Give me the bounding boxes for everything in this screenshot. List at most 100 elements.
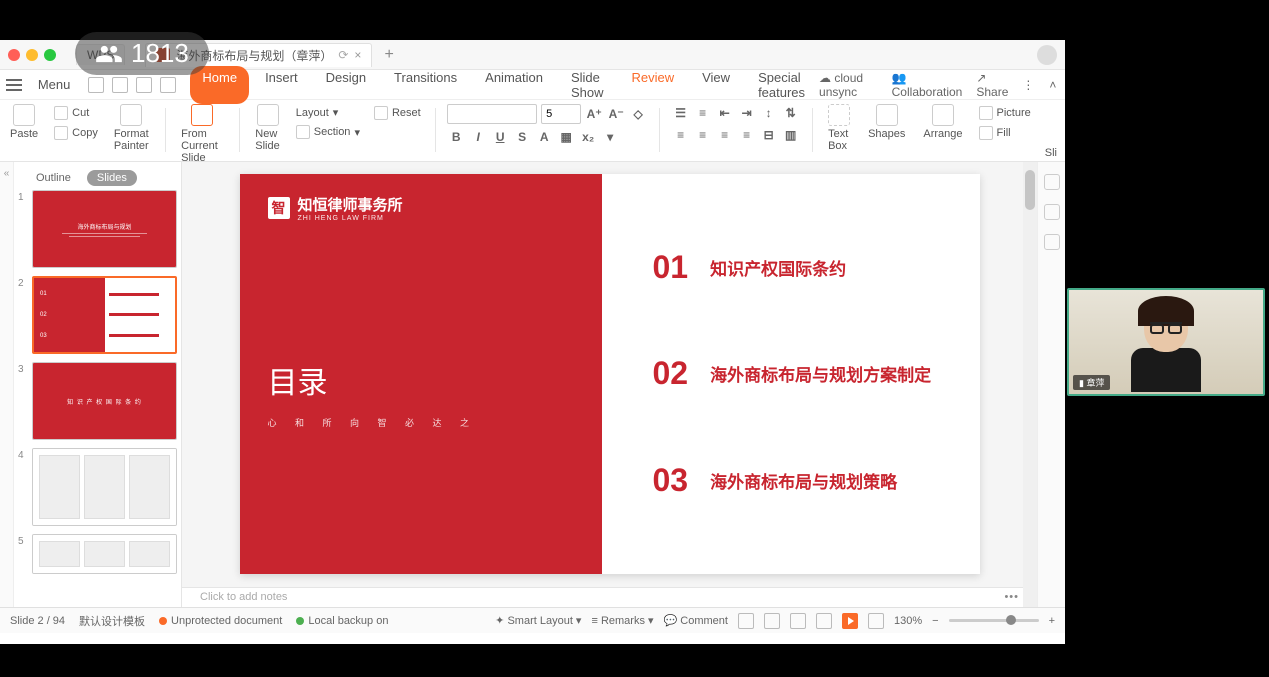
canvas-scroll[interactable]: 智 知恒律师事务所 ZHI HENG LAW FIRM 目录 心 和 所 向 智… bbox=[182, 162, 1037, 587]
strikethrough-button[interactable]: S bbox=[513, 128, 531, 146]
italic-button[interactable]: I bbox=[469, 128, 487, 146]
qat-print-icon[interactable] bbox=[112, 77, 128, 93]
slide-canvas[interactable]: 智 知恒律师事务所 ZHI HENG LAW FIRM 目录 心 和 所 向 智… bbox=[240, 174, 980, 574]
thumbnail-4[interactable] bbox=[32, 448, 177, 526]
tab-view[interactable]: View bbox=[690, 66, 742, 104]
font-family-select[interactable] bbox=[447, 104, 537, 124]
qat-redo-icon[interactable] bbox=[160, 77, 176, 93]
thumbnail-1[interactable]: 海外商标布局与规划 bbox=[32, 190, 177, 268]
slide-more-button[interactable]: Sli bbox=[1043, 145, 1059, 161]
align-left-button[interactable]: ≡ bbox=[672, 126, 690, 144]
tab-special[interactable]: Special features bbox=[746, 66, 817, 104]
window-close-button[interactable] bbox=[8, 49, 20, 61]
remarks-button[interactable]: ≡ Remarks ▾ bbox=[591, 614, 653, 627]
share-button[interactable]: ↗ Share bbox=[976, 71, 1008, 99]
format-painter-button[interactable]: Format Painter bbox=[114, 104, 149, 152]
new-slide-button[interactable]: New Slide bbox=[255, 104, 279, 152]
cut-button[interactable]: Cut bbox=[52, 104, 100, 122]
section-button[interactable]: Section ▾ bbox=[294, 123, 362, 141]
copy-button[interactable]: Copy bbox=[52, 124, 100, 142]
fill-button[interactable]: Fill bbox=[977, 124, 1033, 142]
user-avatar[interactable] bbox=[1037, 45, 1057, 65]
notes-view-button[interactable] bbox=[816, 613, 832, 629]
tab-slideshow[interactable]: Slide Show bbox=[559, 66, 616, 104]
font-color-button[interactable]: A bbox=[535, 128, 553, 146]
panel-collapse-button[interactable]: « bbox=[0, 162, 14, 607]
layout-button[interactable]: Layout ▾ bbox=[294, 104, 362, 121]
sub-button[interactable]: x₂ bbox=[579, 128, 597, 146]
more-font-button[interactable]: ▾ bbox=[601, 128, 619, 146]
font-size-select[interactable] bbox=[541, 104, 581, 124]
text-direction-button[interactable]: ⇅ bbox=[782, 104, 800, 122]
notes-more-icon[interactable]: ••• bbox=[1004, 591, 1019, 604]
shapes-button[interactable]: Shapes bbox=[868, 104, 905, 140]
backup-indicator[interactable]: Local backup on bbox=[296, 615, 388, 627]
window-maximize-button[interactable] bbox=[44, 49, 56, 61]
unprotected-indicator[interactable]: Unprotected document bbox=[159, 615, 282, 627]
justify-button[interactable]: ≡ bbox=[738, 126, 756, 144]
decrease-font-button[interactable]: A⁻ bbox=[607, 105, 625, 123]
vertical-scrollbar[interactable] bbox=[1023, 162, 1037, 607]
slides-tab[interactable]: Slides bbox=[87, 170, 137, 186]
reading-view-button[interactable] bbox=[790, 613, 806, 629]
clear-format-button[interactable]: ◇ bbox=[629, 105, 647, 123]
thumbnail-5[interactable] bbox=[32, 534, 177, 574]
collapse-ribbon-icon[interactable]: ˄ bbox=[1049, 78, 1059, 92]
columns-button[interactable]: ▥ bbox=[782, 126, 800, 144]
sorter-view-button[interactable] bbox=[764, 613, 780, 629]
window-minimize-button[interactable] bbox=[26, 49, 38, 61]
zoom-slider[interactable] bbox=[949, 619, 1039, 622]
paste-button[interactable]: Paste bbox=[10, 104, 38, 140]
slideshow-button[interactable] bbox=[842, 613, 858, 629]
bold-button[interactable]: B bbox=[447, 128, 465, 146]
notes-area[interactable]: Click to add notes ••• bbox=[182, 587, 1037, 607]
zoom-out-button[interactable]: − bbox=[932, 615, 938, 627]
indent-dec-button[interactable]: ⇤ bbox=[716, 104, 734, 122]
zoom-in-button[interactable]: + bbox=[1049, 615, 1055, 627]
new-tab-button[interactable]: + bbox=[384, 46, 393, 64]
picture-button[interactable]: Picture bbox=[977, 104, 1033, 122]
numbering-button[interactable]: ≡ bbox=[694, 104, 712, 122]
more-menu-icon[interactable]: ⋮ bbox=[1022, 78, 1035, 92]
webcam-overlay[interactable]: ▮ 章萍 bbox=[1067, 288, 1265, 396]
template-icon[interactable] bbox=[1044, 204, 1060, 220]
toc-item-3: 03 海外商标布局与规划策略 bbox=[632, 462, 949, 499]
from-current-slide-button[interactable]: From Current Slide bbox=[181, 104, 223, 164]
magic-tool-icon[interactable] bbox=[1044, 174, 1060, 190]
qat-save-icon[interactable] bbox=[88, 77, 104, 93]
tab-review[interactable]: Review bbox=[619, 66, 686, 104]
tab-refresh-icon[interactable]: ⟳ bbox=[338, 48, 348, 62]
line-spacing-button[interactable]: ↕ bbox=[760, 104, 778, 122]
qat-undo-icon[interactable] bbox=[136, 77, 152, 93]
thumbnail-3[interactable]: 知 识 产 权 国 际 条 约 bbox=[32, 362, 177, 440]
arrange-icon bbox=[932, 104, 954, 126]
tab-insert[interactable]: Insert bbox=[253, 66, 310, 104]
increase-font-button[interactable]: A⁺ bbox=[585, 105, 603, 123]
cloud-sync-button[interactable]: ☁ cloud unsync bbox=[819, 71, 878, 99]
underline-button[interactable]: U bbox=[491, 128, 509, 146]
textbox-button[interactable]: Text Box bbox=[828, 104, 850, 152]
comment-button[interactable]: 💬 Comment bbox=[664, 614, 728, 627]
tab-close-button[interactable]: × bbox=[354, 48, 361, 62]
outline-tab[interactable]: Outline bbox=[26, 170, 81, 186]
align-center-button[interactable]: ≡ bbox=[694, 126, 712, 144]
align-right-button[interactable]: ≡ bbox=[716, 126, 734, 144]
highlight-button[interactable]: ▦ bbox=[557, 128, 575, 146]
arrange-button[interactable]: Arrange bbox=[923, 104, 962, 140]
reset-button[interactable]: Reset bbox=[372, 104, 423, 122]
valign-button[interactable]: ⊟ bbox=[760, 126, 778, 144]
smart-layout-button[interactable]: ✦ Smart Layout ▾ bbox=[495, 614, 581, 627]
tab-design[interactable]: Design bbox=[314, 66, 378, 104]
menu-button[interactable]: Menu bbox=[30, 74, 79, 95]
tab-animation[interactable]: Animation bbox=[473, 66, 555, 104]
collaboration-button[interactable]: 👥 Collaboration bbox=[892, 71, 963, 99]
tab-transitions[interactable]: Transitions bbox=[382, 66, 469, 104]
zoom-level[interactable]: 130% bbox=[894, 615, 922, 627]
indent-inc-button[interactable]: ⇥ bbox=[738, 104, 756, 122]
normal-view-button[interactable] bbox=[738, 613, 754, 629]
fit-button[interactable] bbox=[868, 613, 884, 629]
refresh-icon[interactable] bbox=[1044, 234, 1060, 250]
bullets-button[interactable]: ☰ bbox=[672, 104, 690, 122]
thumbnail-2[interactable]: 010203 bbox=[32, 276, 177, 354]
hamburger-icon[interactable] bbox=[6, 75, 22, 95]
